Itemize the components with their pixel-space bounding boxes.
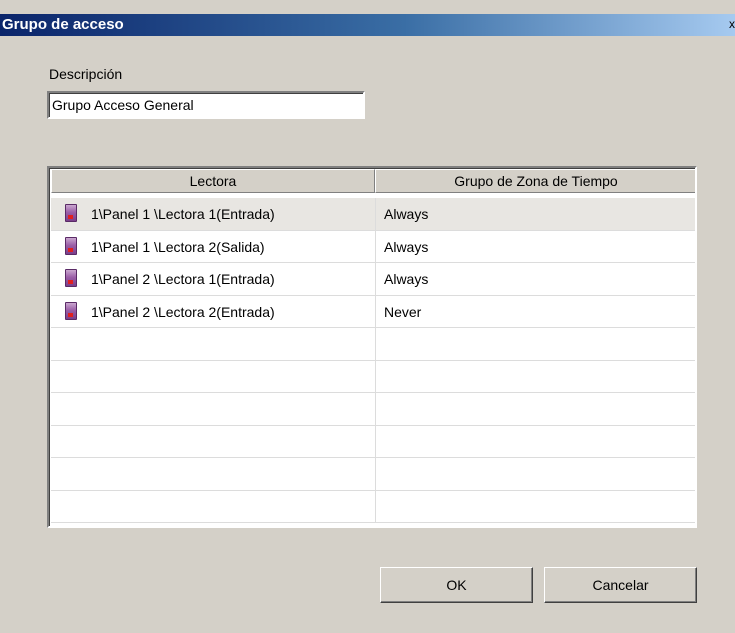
table-row[interactable] (51, 360, 695, 393)
description-label: Descripción (49, 66, 123, 82)
reader-name: 1\Panel 1 \Lectora 1(Entrada) (91, 206, 275, 222)
column-header-grupo-zona-tiempo[interactable]: Grupo de Zona de Tiempo (375, 169, 695, 193)
ok-button[interactable]: OK (380, 567, 533, 603)
title-bar[interactable]: Grupo de acceso x (0, 14, 735, 36)
window-title: Grupo de acceso (2, 16, 124, 33)
cell-lectora: 1\Panel 1 \Lectora 2(Salida) (51, 231, 375, 263)
table-row[interactable] (51, 490, 695, 523)
grid-header: Lectora Grupo de Zona de Tiempo (51, 169, 695, 193)
cell-lectora (51, 491, 375, 523)
reader-icon (65, 269, 77, 287)
column-header-lectora[interactable]: Lectora (51, 169, 375, 193)
cancel-button[interactable]: Cancelar (544, 567, 697, 603)
cell-lectora (51, 328, 375, 360)
cell-lectora: 1\Panel 2 \Lectora 2(Entrada) (51, 296, 375, 328)
reader-name: 1\Panel 2 \Lectora 2(Entrada) (91, 303, 275, 320)
cell-time-zone-group (375, 458, 695, 490)
description-field[interactable] (47, 91, 365, 119)
reader-icon (65, 236, 77, 255)
cell-time-zone-group: Always (375, 263, 695, 295)
grid-rows: 1\Panel 1 \Lectora 1(Entrada) Always 1\Pan… (51, 198, 695, 523)
cell-time-zone-group: Always (375, 198, 695, 230)
cell-lectora: 1\Panel 1 \Lectora 1(Entrada) (51, 198, 375, 230)
cell-time-zone-group: Never (375, 295, 695, 327)
cell-time-zone-group: Always (375, 230, 695, 262)
cell-time-zone-group (375, 393, 695, 425)
cell-lectora (51, 458, 375, 490)
close-icon[interactable]: x (729, 16, 735, 32)
table-row[interactable] (51, 425, 695, 458)
table-row[interactable] (51, 393, 695, 426)
reader-icon (65, 204, 77, 222)
cell-lectora (51, 426, 375, 458)
table-row[interactable]: 1\Panel 2 \Lectora 2(Entrada) Never (51, 295, 695, 328)
table-row[interactable]: 1\Panel 1 \Lectora 1(Entrada) Always (51, 198, 695, 231)
reader-name: 1\Panel 1 \Lectora 2(Salida) (91, 238, 265, 255)
table-row[interactable]: 1\Panel 2 \Lectora 1(Entrada) Always (51, 263, 695, 296)
cell-time-zone-group (375, 360, 695, 392)
reader-name: 1\Panel 2 \Lectora 1(Entrada) (91, 271, 275, 287)
cell-lectora: 1\Panel 2 \Lectora 1(Entrada) (51, 263, 375, 295)
cell-time-zone-group (375, 490, 695, 522)
cell-time-zone-group (375, 328, 695, 360)
cell-lectora (51, 361, 375, 393)
access-group-grid: Lectora Grupo de Zona de Tiempo 1\Panel … (47, 166, 697, 528)
cell-lectora (51, 393, 375, 425)
reader-icon (65, 301, 77, 320)
table-row[interactable] (51, 458, 695, 491)
table-row[interactable]: 1\Panel 1 \Lectora 2(Salida) Always (51, 230, 695, 263)
cell-time-zone-group (375, 425, 695, 457)
table-row[interactable] (51, 328, 695, 361)
